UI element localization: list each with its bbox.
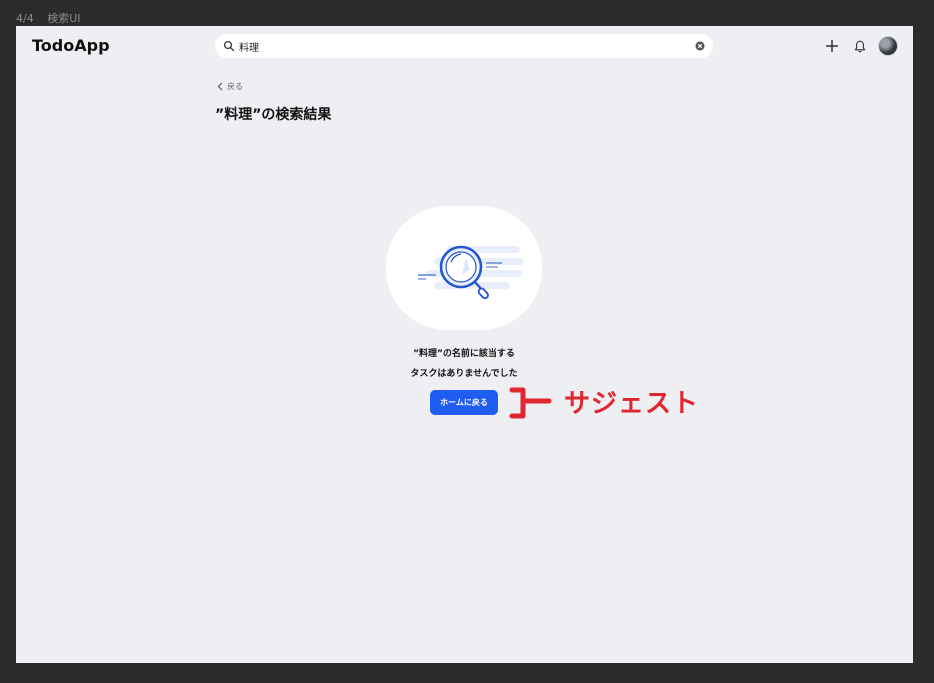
search-icon <box>223 40 235 52</box>
back-label: 戻る <box>227 82 243 91</box>
app-frame: TodoApp 料理 戻る ”料理”の検索結果 ”料理”の名前に該当する タスク… <box>16 26 913 663</box>
page-title: ”料理”の検索結果 <box>215 107 332 123</box>
chevron-left-icon <box>217 82 223 91</box>
notifications-button[interactable] <box>849 35 871 57</box>
app-logo[interactable]: TodoApp <box>32 36 110 55</box>
plus-icon <box>826 40 838 52</box>
annotation-bracket-icon <box>509 387 552 419</box>
clear-icon[interactable] <box>695 41 705 51</box>
search-bar[interactable] <box>215 34 713 58</box>
empty-message-line2: タスクはありませんでした <box>410 369 518 379</box>
frame-name: 検索UI <box>47 12 81 25</box>
annotation-label: サジェスト <box>564 389 700 419</box>
avatar <box>878 36 898 56</box>
top-bar: TodoApp <box>16 26 913 66</box>
back-link[interactable]: 戻る <box>217 81 243 92</box>
search-input[interactable] <box>239 36 679 56</box>
frame-counter: 4/4 <box>16 12 34 25</box>
avatar-button[interactable] <box>877 35 899 57</box>
bell-icon <box>854 40 866 52</box>
empty-illustration <box>386 206 542 330</box>
add-button[interactable] <box>821 35 843 57</box>
header-actions <box>815 35 899 57</box>
frame-label: 4/4 検索UI <box>16 10 91 26</box>
magnifier-illustration-icon <box>418 245 524 300</box>
empty-message-line1: ”料理”の名前に該当する <box>413 349 515 359</box>
home-button[interactable]: ホームに戻る <box>430 390 498 415</box>
